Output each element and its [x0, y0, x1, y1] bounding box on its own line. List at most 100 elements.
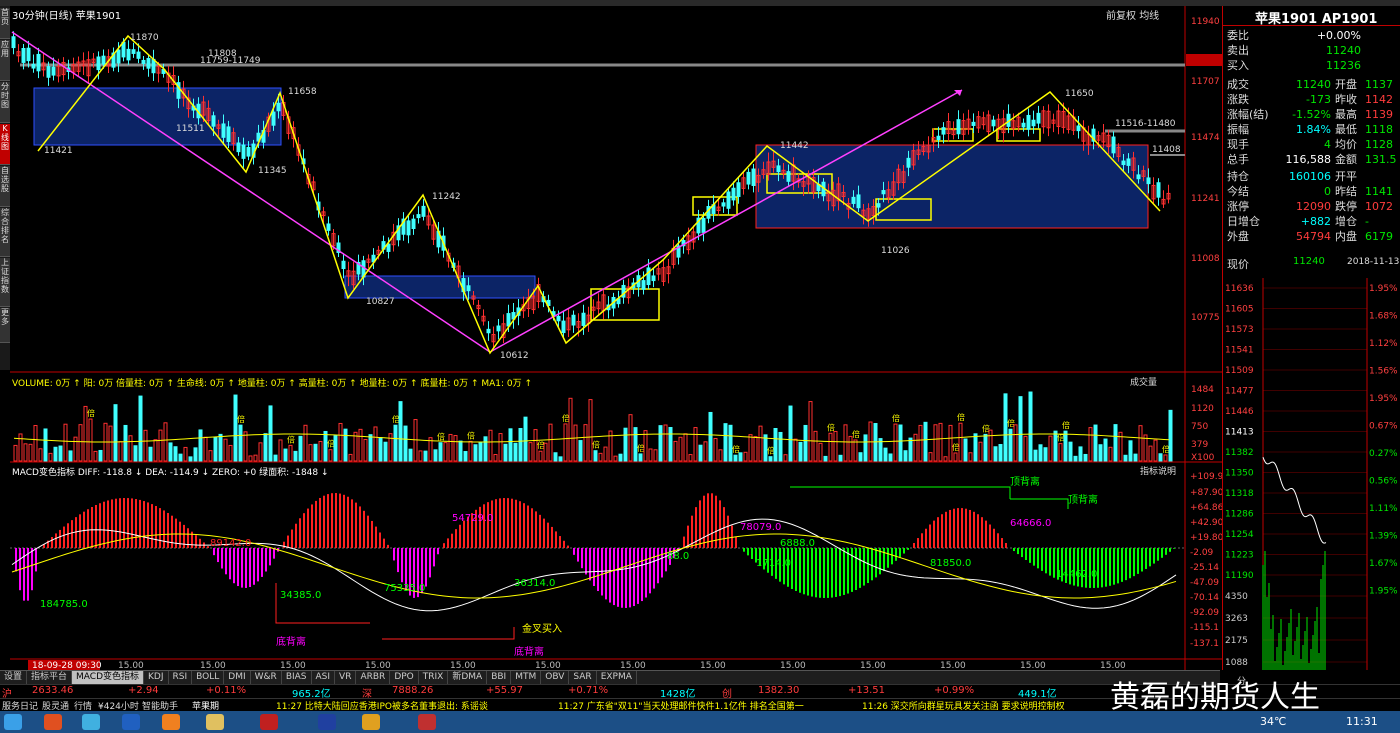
app-icon-1[interactable] [44, 714, 62, 730]
folder-icon[interactable] [206, 714, 224, 730]
left-tab-watchlist[interactable]: 自选股 [0, 166, 10, 207]
volume-bar [858, 452, 863, 462]
volume-bar [983, 433, 988, 462]
indicator-tab[interactable]: W&R [251, 671, 282, 684]
volume-bar [313, 443, 318, 462]
volume-bar [778, 431, 783, 462]
volume-bar [618, 453, 623, 462]
app-icon-6[interactable] [362, 714, 380, 730]
quote-label-2: 内盘 [1335, 230, 1357, 243]
candle-body [46, 66, 51, 78]
macd-value-label: 36314.0 [514, 578, 555, 589]
candle-body [776, 165, 781, 173]
candle-body [131, 49, 136, 54]
time-tick: 15.00 [1100, 661, 1126, 670]
indicator-tab[interactable]: SAR [569, 671, 597, 684]
indicator-tab[interactable]: 指标平台 [27, 671, 73, 684]
time-tick: 15.00 [118, 661, 144, 670]
indicator-tab[interactable]: MACD变色指标 [72, 671, 145, 684]
left-tab-index[interactable]: 上证指数 [0, 258, 10, 307]
quote-value: -173 [1306, 93, 1331, 106]
indicator-tab[interactable]: 新DMA [448, 671, 488, 684]
start-icon[interactable] [4, 714, 22, 730]
ma-button[interactable]: 均线 [1139, 11, 1159, 22]
quote-label: 卖出 [1227, 44, 1249, 57]
indicator-tab[interactable]: EXPMA [597, 671, 637, 684]
intraday-minichart[interactable]: 11636 11605 11573 11541 11509 11477 11446 11413… [1223, 278, 1400, 670]
time-tick: 15.00 [280, 661, 306, 670]
weibo-watermark: 黄磊的期货人生 [1110, 680, 1320, 715]
volume-bar [593, 450, 598, 462]
price-annotation: 11242 [432, 192, 461, 202]
candle-body [851, 196, 856, 204]
indicator-tab[interactable]: TRIX [419, 671, 449, 684]
mini-tick-left: 11350 [1225, 469, 1254, 479]
app-icon-4[interactable] [260, 714, 278, 730]
app-icon-2[interactable] [82, 714, 100, 730]
indicator-tab[interactable]: VR [335, 671, 357, 684]
mini-tick-left: 2175 [1225, 636, 1248, 646]
volume-bar [973, 433, 978, 462]
candle-body [101, 55, 106, 65]
quote-value-2: 1141 [1365, 185, 1393, 198]
price-annotation: 11511 [176, 124, 205, 134]
indicator-tab[interactable]: ASI [312, 671, 336, 684]
candle-body [726, 191, 731, 209]
indicator-tab[interactable]: KDJ [144, 671, 169, 684]
macd-value-label: 78079.0 [740, 522, 781, 533]
quote-label-2: 均价 [1335, 138, 1357, 151]
indicator-tab[interactable]: DPO [390, 671, 419, 684]
app-icon-3[interactable] [122, 714, 140, 730]
indicator-tab[interactable]: OBV [541, 671, 570, 684]
sz-index-value: 7888.26 [392, 685, 434, 696]
candle-body [746, 171, 751, 185]
app-icon-5[interactable] [318, 714, 336, 730]
quote-label-2: 最低 [1335, 123, 1357, 136]
volume-bar [383, 441, 388, 462]
left-tab-ranking[interactable]: 综合排名 [0, 208, 10, 257]
macd-value-label: 34385.0 [280, 590, 321, 601]
adjust-button[interactable]: 前复权 [1106, 11, 1136, 22]
macd-divergence-note: 顶背离 [1010, 475, 1040, 488]
candle-body [246, 146, 251, 157]
mini-tick-left: 11605 [1225, 305, 1254, 315]
browser-icon[interactable] [162, 714, 180, 730]
kline-chart-area[interactable]: 118701180811759-117491165811511114211134… [10, 6, 1222, 670]
volume-bar [838, 454, 843, 462]
candle-body [736, 182, 741, 197]
left-tab-home[interactable]: 首页 [0, 8, 10, 39]
macd-value-label: 88.0 [667, 551, 689, 562]
indicator-tab[interactable]: 设置 [0, 671, 28, 684]
volume-bar [508, 428, 513, 462]
left-tab-apps[interactable]: 应用 [0, 40, 10, 81]
indicator-tab[interactable]: DMI [224, 671, 251, 684]
volume-bar [733, 454, 738, 462]
indicator-help-button[interactable]: 指标说明 [1140, 464, 1176, 477]
quote-row: 现手 4 均价 1128 [1227, 137, 1400, 152]
price-annotation: 11658 [288, 87, 317, 97]
left-tab-more[interactable]: 更多 [0, 308, 10, 343]
macd-tick: -115.1 [1190, 623, 1219, 633]
indicator-tab[interactable]: BBI [487, 671, 512, 684]
volume-bar [1078, 446, 1083, 462]
volume-indicator-button[interactable]: 成交量 [1130, 375, 1157, 388]
mini-tick-right: 0.67% [1369, 422, 1398, 432]
candle-body [701, 218, 706, 233]
quote-value: 54794 [1296, 230, 1331, 243]
left-tab-kline[interactable]: K线图 [0, 124, 10, 165]
quote-value-2: 1128 [1365, 138, 1393, 151]
app-icon-7[interactable] [418, 714, 436, 730]
quote-value-2: 1139 [1365, 108, 1393, 121]
indicator-tab[interactable]: RSI [169, 671, 193, 684]
candle-body [1026, 114, 1031, 130]
volume-bar [1068, 441, 1073, 462]
candle-body [121, 41, 126, 58]
left-tab-timeshare[interactable]: 分时图 [0, 82, 10, 123]
indicator-tab[interactable]: MTM [511, 671, 542, 684]
price-annotation: 11026 [881, 246, 910, 256]
indicator-tab[interactable]: BOLL [192, 671, 225, 684]
indicator-tab[interactable]: BIAS [282, 671, 312, 684]
indicator-tab[interactable]: ARBR [356, 671, 391, 684]
volume-bar [1073, 455, 1078, 462]
volume-bar [668, 427, 673, 462]
